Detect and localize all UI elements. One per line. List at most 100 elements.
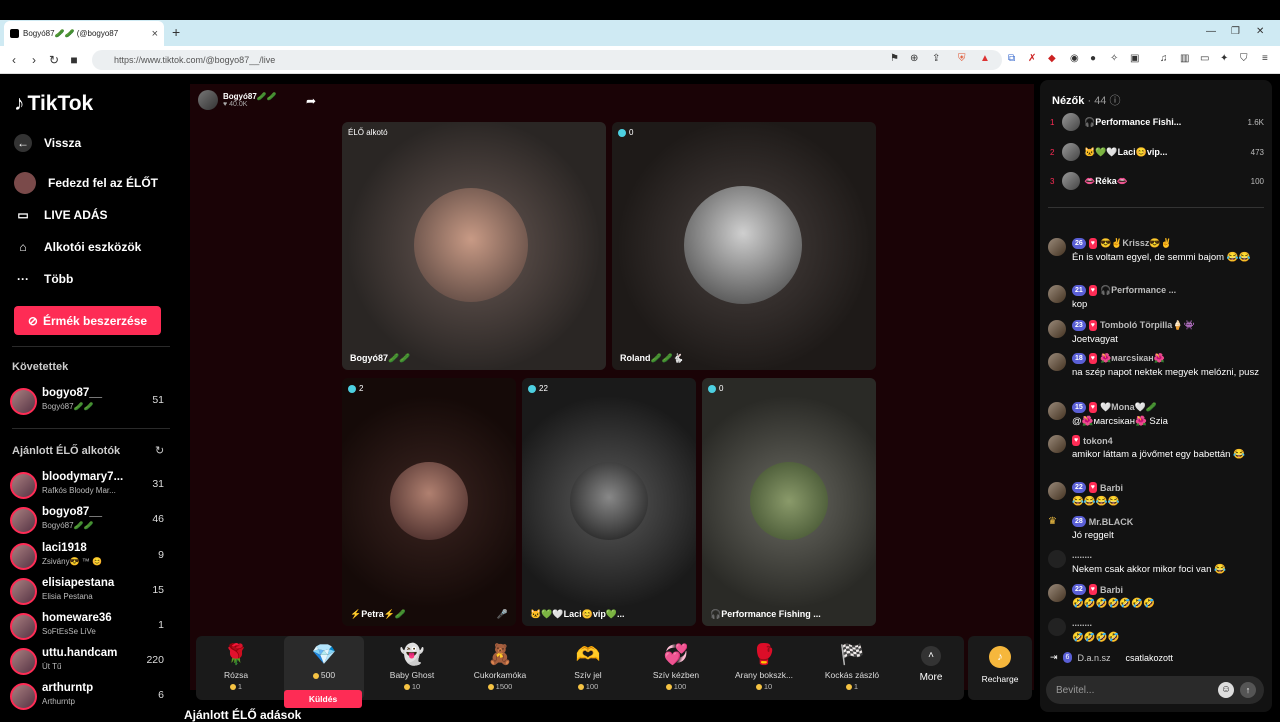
restore-icon[interactable]: ❐ <box>1231 26 1240 37</box>
leo-icon[interactable]: ✦ <box>1220 53 1228 64</box>
wallet-icon[interactable]: ▭ <box>1200 53 1209 64</box>
viewers-header[interactable]: Nézők · 44 ⓘ <box>1052 92 1121 108</box>
top-viewer-row[interactable]: 2 🐱💚🤍Laci😊vip... 473 <box>1050 142 1264 162</box>
media-icon[interactable]: ♫ <box>1160 53 1168 64</box>
extension-his-icon[interactable]: ◆ <box>1048 53 1056 64</box>
chat-message: ♥ tokon4 amikor láttam a jövőmet egy babet… <box>1048 435 1264 475</box>
host-likes: ♥ 40.0K <box>223 101 248 108</box>
video-tile-guest[interactable]: 0 Roland🥒🥒🐇 <box>612 122 876 370</box>
avatar <box>1048 435 1066 453</box>
window-close-icon[interactable]: ✕ <box>1256 26 1264 37</box>
recommended-account[interactable]: uttu.handcam Út Tű 220 <box>10 646 170 676</box>
video-tile-guest[interactable]: 22 🐱💚🤍Laci😊vip💚... <box>522 378 696 626</box>
host-info[interactable]: Bogyó87🥒🥒 ♥ 40.0K <box>198 90 277 110</box>
sidebar-toggle-icon[interactable]: ▥ <box>1180 53 1189 64</box>
tile-label: 2 <box>348 384 363 393</box>
recharge-button[interactable]: ♪ Recharge <box>968 636 1032 700</box>
gift-item[interactable]: 👻 Baby Ghost 10 <box>372 636 452 700</box>
browser-tab[interactable]: Bogyó87🥒🥒 (@bogyo87 × <box>4 21 164 46</box>
tiktok-logo[interactable]: ♪ TikTok <box>14 92 93 116</box>
recommended-account[interactable]: laci1918 Zsivány😎 ™ 😊 9 <box>10 541 170 571</box>
recommended-account[interactable]: homeware36 SoFtEsSe LiVe 1 <box>10 611 170 641</box>
get-coins-button[interactable]: ⊘ Érmék beszerzése <box>14 306 161 335</box>
url-field[interactable]: https://www.tiktok.com/@bogyo87__/live <box>92 50 1002 70</box>
send-icon[interactable]: ↑ <box>1240 682 1256 698</box>
extension-color-icon[interactable]: ● <box>1090 53 1096 64</box>
gift-item[interactable]: 💞 Szív kézben 100 <box>636 636 716 700</box>
chat-message: 22 ♥ Barbi 😂😂😂😂 <box>1048 482 1264 508</box>
extension-x-icon[interactable]: ✗ <box>1028 53 1036 64</box>
refresh-icon[interactable]: ↻ <box>155 444 164 457</box>
coin-icon <box>755 684 762 691</box>
chat-input[interactable]: Bevitel... ☺ ↑ <box>1046 676 1264 704</box>
recommended-account[interactable]: arthurntp Arthurntp 6 <box>10 681 170 711</box>
send-gift-button[interactable]: Küldés <box>284 690 362 708</box>
video-tile-host[interactable]: ÉLŐ alkotó Bogyó87🥒🥒 <box>342 122 606 370</box>
recommended-account[interactable]: bloodymary7... Rafkós Bloody Mar... 31 <box>10 470 170 500</box>
tile-label: 0 <box>618 128 633 137</box>
minimize-icon[interactable]: — <box>1206 26 1216 37</box>
extensions-puzzle-icon[interactable]: ✧ <box>1110 53 1118 64</box>
gift-item[interactable]: 🥊 Arany bokszk... 10 <box>724 636 804 700</box>
guest-status-icon <box>348 384 356 393</box>
join-notice: ⇥ 6 D.a.n.sz csatlakozott <box>1050 652 1173 663</box>
avatar <box>1048 402 1066 420</box>
fan-heart-icon: ♥ <box>1088 402 1097 413</box>
fan-heart-icon: ♥ <box>1072 435 1081 446</box>
video-tile-guest[interactable]: 2 ⚡Petra⚡🥒 🎤 <box>342 378 516 626</box>
nav-live-broadcast[interactable]: ▭ LIVE ADÁS <box>14 206 107 224</box>
tile-label: ÉLŐ alkotó <box>348 128 388 137</box>
avatar <box>1048 584 1066 602</box>
extension-circle-icon[interactable]: ◉ <box>1070 53 1079 64</box>
back-arrow-icon: ← <box>14 134 32 152</box>
chat-message: 26 ♥ 😎✌Krissz😎✌ Én is voltam egyel, de semm… <box>1048 238 1264 274</box>
zoom-icon[interactable]: ⊕ <box>910 53 918 64</box>
nav-back[interactable]: ← Vissza <box>14 134 81 152</box>
emoji-icon[interactable]: ☺ <box>1218 682 1234 698</box>
nav-explore-live[interactable]: Fedezd fel az ÉLŐT <box>14 172 158 194</box>
avatar <box>1048 285 1066 303</box>
gift-item[interactable]: 🏁 Kockás zászló 1 <box>812 636 892 700</box>
nav-creator-tools[interactable]: ⌂ Alkotói eszközök <box>14 238 141 256</box>
avatar <box>1048 618 1066 636</box>
close-tab-icon[interactable]: × <box>152 28 158 40</box>
brave-shield-icon[interactable]: ⛨ <box>958 53 966 64</box>
following-account[interactable]: bogyo87__ Bogyó87🥒🥒 51 <box>10 386 170 416</box>
rewards-icon[interactable]: ▲ <box>980 53 990 64</box>
gift-item[interactable]: 🫶 Szív jel 100 <box>548 636 628 700</box>
gift-item[interactable]: 🌹 Rózsa 1 <box>196 636 276 700</box>
back-icon[interactable]: ‹ <box>4 53 24 67</box>
coin-icon <box>665 684 672 691</box>
avatar <box>10 388 37 415</box>
bookmark-icon[interactable]: ■ <box>64 53 84 67</box>
nav-more[interactable]: ··· Több <box>14 270 73 288</box>
translate-icon[interactable]: ⧉ <box>1008 53 1015 64</box>
screenshot-icon[interactable]: ▣ <box>1130 53 1139 64</box>
avatar <box>1062 172 1080 190</box>
top-viewer-row[interactable]: 1 🎧Performance Fishi... 1.6K <box>1050 112 1264 132</box>
top-viewer-row[interactable]: 3 👄Réka👄 100 <box>1050 171 1264 191</box>
reload-icon[interactable]: ↻ <box>44 53 64 67</box>
menu-icon[interactable]: ≡ <box>1262 53 1268 64</box>
divider <box>12 346 170 347</box>
gift-item-selected[interactable]: 💎 500 Küldés <box>284 636 364 708</box>
guest-status-icon <box>528 384 536 393</box>
more-gifts-button[interactable]: ˄ More <box>906 636 956 700</box>
recommended-account[interactable]: bogyo87__ Bogyó87🥒🥒 46 <box>10 505 170 535</box>
share-page-icon[interactable]: ⇪ <box>932 53 940 64</box>
recommended-account[interactable]: elisiapestana Elisia Pestana 15 <box>10 576 170 606</box>
vpn-icon[interactable]: ⛉ <box>1240 53 1248 64</box>
extension-icon[interactable]: ⚑ <box>890 53 899 64</box>
video-tile-guest[interactable]: 0 🎧Performance Fishing ... <box>702 378 876 626</box>
forward-icon[interactable]: › <box>24 53 44 67</box>
new-tab-icon[interactable]: + <box>172 24 180 40</box>
avatar <box>1048 353 1066 371</box>
share-icon[interactable]: ➦ <box>306 94 316 108</box>
gift-item[interactable]: 🧸 Cukorkamóka 1500 <box>460 636 540 700</box>
guest-status-icon <box>618 128 626 137</box>
gem-icon: 💎 <box>311 644 337 666</box>
chat-message: ........ Nekem csak akkor mikor foci van … <box>1048 550 1264 576</box>
boxing-glove-icon: 🥊 <box>751 644 777 666</box>
tile-name: 🐱💚🤍Laci😊vip💚... <box>530 609 625 619</box>
heart-in-hand-icon: 💞 <box>663 644 689 666</box>
